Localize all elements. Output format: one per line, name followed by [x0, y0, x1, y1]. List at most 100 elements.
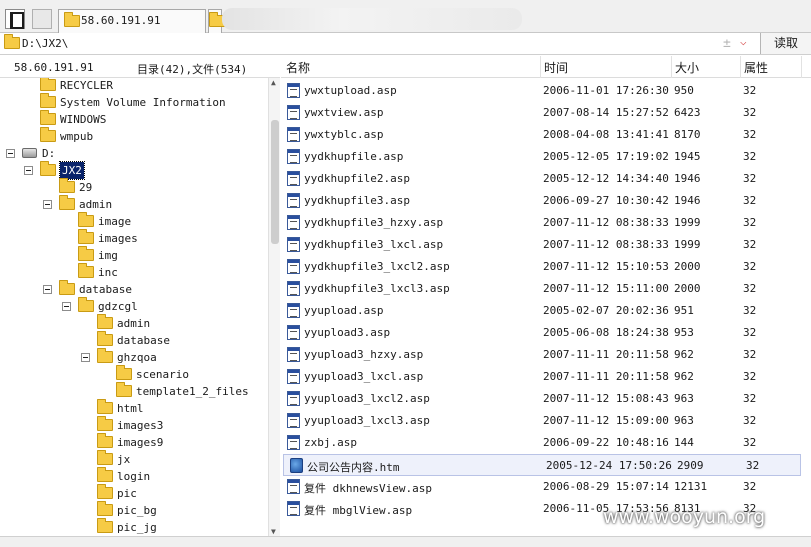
- tree-node[interactable]: scenario: [0, 365, 268, 383]
- asp-file-icon: [287, 347, 300, 362]
- file-row[interactable]: yydkhupfile.asp 2005-12-05 17:19:02 1945 32: [281, 146, 801, 168]
- tree-node[interactable]: jx: [0, 450, 268, 468]
- tab-partial[interactable]: [208, 9, 225, 33]
- tree-node[interactable]: images: [0, 229, 268, 247]
- file-attr: 32: [743, 348, 757, 361]
- col-attr[interactable]: 属性: [744, 59, 768, 76]
- tree-node[interactable]: html: [0, 399, 268, 417]
- file-name: yydkhupfile3_hzxy.asp: [304, 216, 444, 229]
- asp-file-icon: [287, 303, 300, 318]
- asp-file-icon: [287, 501, 300, 516]
- collapse-icon[interactable]: [43, 200, 52, 209]
- collapse-icon[interactable]: [62, 302, 71, 311]
- asp-file-icon: [287, 171, 300, 186]
- tree-scrollbar[interactable]: ▲ ▼: [268, 78, 280, 536]
- file-row[interactable]: yydkhupfile3_lxcl2.asp 2007-11-12 15:10:5…: [281, 256, 801, 278]
- tree-node[interactable]: WINDOWS: [0, 110, 268, 128]
- folder-icon: [97, 331, 113, 346]
- tree-node[interactable]: System Volume Information: [0, 93, 268, 111]
- tree-node[interactable]: admin: [0, 195, 268, 213]
- tree-node[interactable]: gdzcgl: [0, 297, 268, 315]
- file-row[interactable]: yyupload3.asp 2005-06-08 18:24:38 953 32: [281, 322, 801, 344]
- file-row[interactable]: yydkhupfile3_lxcl3.asp 2007-11-12 15:11:0…: [281, 278, 801, 300]
- file-size: 951: [674, 304, 694, 317]
- file-row[interactable]: yydkhupfile3.asp 2006-09-27 10:30:42 1946 3…: [281, 190, 801, 212]
- file-attr: 32: [743, 282, 757, 295]
- scroll-up-icon[interactable]: ▲: [271, 78, 276, 87]
- watermark: www.wooyun.org: [603, 506, 766, 528]
- file-row[interactable]: yydkhupfile2.asp 2005-12-12 14:34:40 1946 3…: [281, 168, 801, 190]
- blank-tab-icon[interactable]: [32, 9, 52, 29]
- tree-node[interactable]: wmpub: [0, 127, 268, 145]
- asp-file-icon: [287, 237, 300, 252]
- add-icon[interactable]: ±: [723, 36, 731, 51]
- tree-node[interactable]: D:: [0, 145, 268, 162]
- file-row[interactable]: yyupload3_lxcl2.asp 2007-11-12 15:08:43 96…: [281, 388, 801, 410]
- file-attr: 32: [743, 238, 757, 251]
- file-time: 2007-11-12 15:10:53: [543, 260, 669, 273]
- file-row[interactable]: yyupload3_hzxy.asp 2007-11-11 20:11:58 962…: [281, 344, 801, 366]
- tree-node[interactable]: RECYCLER: [0, 78, 268, 94]
- folder-icon: [4, 34, 20, 49]
- file-row[interactable]: zxbj.asp 2006-09-22 10:48:16 144 32: [281, 432, 801, 454]
- tab-server[interactable]: 58.60.191.91: [58, 9, 206, 33]
- folder-icon: [40, 93, 56, 108]
- tree-node[interactable]: template1_2_files: [0, 382, 268, 400]
- scroll-thumb[interactable]: [271, 120, 279, 244]
- file-row[interactable]: yyupload3_lxcl.asp 2007-11-11 20:11:58 962…: [281, 366, 801, 388]
- asp-file-icon: [287, 391, 300, 406]
- file-name: yyupload3_lxcl3.asp: [304, 414, 430, 427]
- address-input[interactable]: D:\JX2\: [22, 37, 68, 50]
- tree-node-label: admin: [79, 198, 113, 211]
- tree-node[interactable]: images9: [0, 433, 268, 451]
- col-size[interactable]: 大小: [675, 59, 699, 76]
- tree-node[interactable]: login: [0, 467, 268, 485]
- folder-icon: [40, 110, 56, 125]
- scroll-down-icon[interactable]: ▼: [271, 527, 276, 536]
- col-time[interactable]: 时间: [544, 59, 568, 76]
- tree-node-label: database: [79, 283, 132, 296]
- file-time: 2007-11-12 15:09:00: [543, 414, 669, 427]
- file-row[interactable]: ywxtyblc.asp 2008-04-08 13:41:41 8170 32: [281, 124, 801, 146]
- tree-node[interactable]: inc: [0, 263, 268, 281]
- file-row[interactable]: ywxtupload.asp 2006-11-01 17:26:30 950 32: [281, 80, 801, 102]
- collapse-icon[interactable]: [81, 353, 90, 362]
- col-name[interactable]: 名称: [286, 59, 310, 76]
- tree-node-label: jx: [117, 453, 131, 466]
- tree-node[interactable]: pic: [0, 484, 268, 502]
- tree-node[interactable]: database: [0, 280, 268, 298]
- tree-node[interactable]: pic_jg: [0, 518, 268, 536]
- file-row[interactable]: yydkhupfile3_hzxy.asp 2007-11-12 08:38:33…: [281, 212, 801, 234]
- tree-node[interactable]: JX2: [0, 161, 268, 180]
- file-time: 2007-11-11 20:11:58: [543, 348, 669, 361]
- tree-node[interactable]: 29: [0, 178, 268, 196]
- collapse-icon[interactable]: [6, 149, 15, 158]
- file-size: 1945: [674, 150, 701, 163]
- tree-node[interactable]: img: [0, 246, 268, 264]
- file-name: 公司公告内容.htm: [307, 461, 400, 474]
- file-row[interactable]: yyupload3_lxcl3.asp 2007-11-12 15:09:00 96…: [281, 410, 801, 432]
- window-toggle-icon[interactable]: [5, 9, 25, 29]
- read-button[interactable]: 读取: [760, 33, 811, 54]
- file-name: yydkhupfile3_lxcl.asp: [304, 238, 444, 251]
- file-row[interactable]: ywxtview.asp 2007-08-14 15:27:52 6423 32: [281, 102, 801, 124]
- file-row[interactable]: 公司公告内容.htm 2005-12-24 17:50:26 2909 32: [283, 454, 801, 476]
- file-name: 复件 mbglView.asp: [304, 504, 413, 517]
- tree-node[interactable]: database: [0, 331, 268, 349]
- tree-node[interactable]: ghzqoa: [0, 348, 268, 366]
- info-row: 58.60.191.91 目录(42),文件(534): [0, 56, 280, 78]
- tree-node[interactable]: image: [0, 212, 268, 230]
- collapse-icon[interactable]: [43, 285, 52, 294]
- chevron-down-icon[interactable]: ⌵: [740, 35, 747, 48]
- tree-node-label: ghzqoa: [117, 351, 157, 364]
- tree-node[interactable]: admin: [0, 314, 268, 332]
- file-attr: 32: [746, 459, 760, 472]
- file-row[interactable]: yyupload.asp 2005-02-07 20:02:36 951 32: [281, 300, 801, 322]
- tree-node[interactable]: pic_bg: [0, 501, 268, 519]
- tree-node-label: RECYCLER: [60, 79, 113, 92]
- file-row[interactable]: 复件 dkhnewsView.asp 2006-08-29 15:07:14 121…: [281, 476, 801, 498]
- file-row[interactable]: yydkhupfile3_lxcl.asp 2007-11-12 08:38:33…: [281, 234, 801, 256]
- tree-node-label: image: [98, 215, 132, 228]
- collapse-icon[interactable]: [24, 166, 33, 175]
- tree-node[interactable]: images3: [0, 416, 268, 434]
